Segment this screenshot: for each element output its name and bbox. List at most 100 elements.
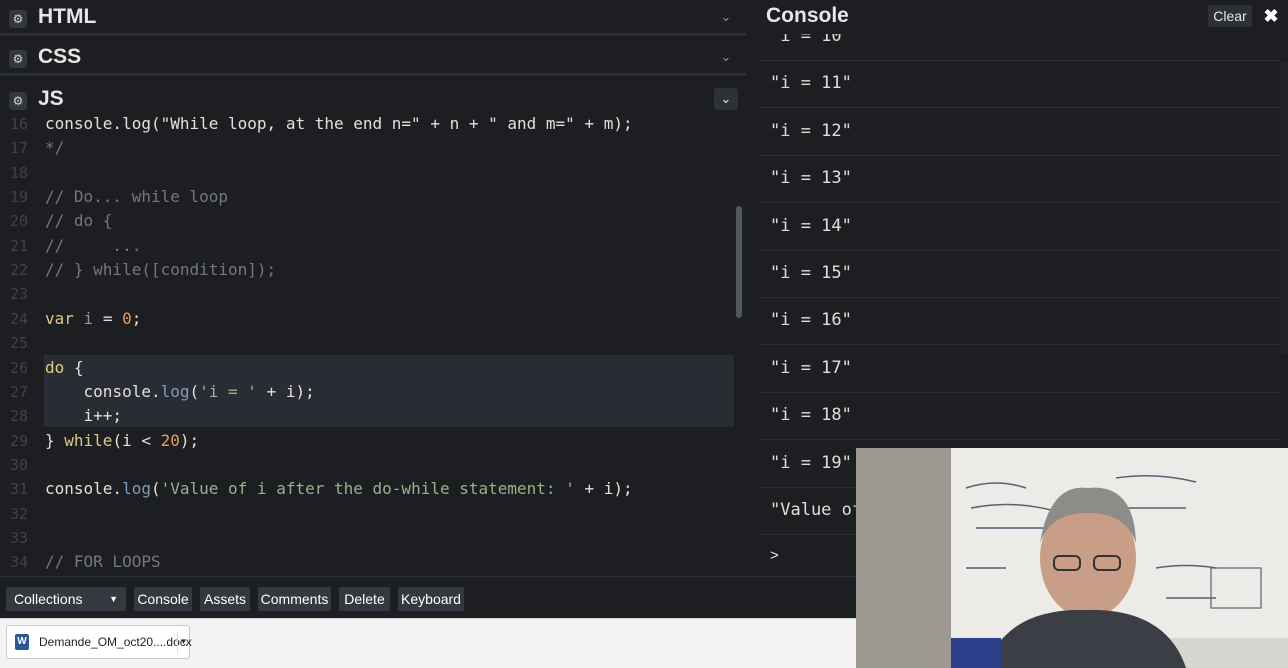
js-panel-header[interactable]: ⚙ JS ⌄ [0,82,746,118]
code-token: 'i = ' [199,381,257,401]
code-line[interactable]: 24 var i = 0; [0,307,746,331]
console-log-text: "i = 12" [770,120,852,141]
code-token: console.log("While loop, at the end n=" … [45,116,633,133]
word-document-icon: W [15,634,29,650]
console-log-text: "i = 11" [770,73,852,94]
line-number: 20 [9,212,28,231]
html-panel-header[interactable]: ⚙ HTML ⌄ [0,0,746,36]
download-item[interactable]: W Demande_OM_oct20....docx ▼ [6,625,192,659]
code-line[interactable]: 29} while(i < 20); [0,429,746,453]
code-token: // ... [45,235,142,255]
line-number: 24 [9,309,28,328]
line-number: 18 [9,163,28,182]
code-token: 20 [160,430,180,450]
code-text: console.log('Value of i after the do-whi… [45,477,633,501]
comments-button[interactable]: Comments [258,587,331,611]
code-line[interactable]: 27 console.log('i = ' + i); [0,380,746,404]
editor-scrollbar[interactable] [736,206,742,318]
code-line[interactable]: 25 [0,331,746,355]
dropdown-arrow-icon[interactable]: ▼ [177,631,189,653]
code-line[interactable]: 22 // } while([condition]); [0,258,746,282]
code-line[interactable]: 30 [0,453,746,477]
console-log-text: "i = 15" [770,263,852,283]
gear-icon[interactable]: ⚙ [9,50,27,68]
code-line[interactable]: 20 // do { [0,209,746,233]
chevron-down-icon[interactable]: ⌄ [714,46,738,68]
code-token: ); [179,430,200,450]
code-line[interactable]: 19 // Do... while loop [0,185,746,209]
code-line[interactable]: 33 [0,526,746,550]
chevron-down-icon[interactable]: ⌄ [714,88,738,110]
collections-label: Collections [14,591,83,607]
webcam-video [856,448,1288,668]
code-text: console.log("While loop, at the end n=" … [45,116,633,136]
console-log-text: "i = 10" [770,34,852,46]
line-number: 28 [9,407,28,426]
code-token: log [122,479,151,499]
console-button[interactable]: Console [134,587,192,611]
code-token: i++; [45,406,123,426]
prompt-icon: > [770,547,779,564]
code-token: console. [45,381,161,401]
code-token: ; [131,308,142,328]
js-code-editor[interactable]: 16 console.log("While loop, at the end n=… [0,116,746,576]
css-panel-header[interactable]: ⚙ CSS ⌄ [0,40,746,76]
gear-icon[interactable]: ⚙ [9,92,27,110]
line-number: 34 [9,553,28,572]
line-number: 17 [9,139,28,158]
code-line[interactable]: 17 */ [0,136,746,160]
console-log-row: "i = 14" [760,204,1280,251]
line-number: 19 [9,188,28,207]
console-header: Console Clear ✖ [760,0,1288,34]
code-token: do [45,357,65,377]
console-log-text: "i = 16" [770,310,852,331]
chevron-down-icon[interactable]: ⌄ [714,6,738,28]
code-line[interactable]: 32 [0,502,746,526]
console-log-row: "i = 17" [760,346,1280,393]
keyboard-button[interactable]: Keyboard [398,587,464,611]
code-token: // Do... while loop [45,187,229,207]
code-text: */ [45,136,64,160]
code-line[interactable]: 34 // FOR LOOPS [0,550,746,574]
code-line[interactable]: 31 console.log('Value of i after the do-w… [0,477,746,501]
assets-button[interactable]: Assets [200,587,250,611]
code-token: log [160,381,190,401]
code-line[interactable]: 18 [0,161,746,185]
presenter-video-frame [856,448,1288,668]
gear-icon[interactable]: ⚙ [9,10,27,28]
collections-dropdown[interactable]: Collections ▼ [6,587,126,611]
console-log-row: "i = 18" [760,393,1280,441]
code-token: // do { [45,211,113,231]
console-title: Console [766,4,849,27]
line-number: 22 [9,261,28,280]
code-token: + i); [256,381,315,401]
code-token: */ [45,138,65,158]
code-line[interactable]: 21 // ... [0,234,746,258]
line-number: 26 [9,358,28,377]
console-log-row: "i = 11" [760,61,1280,109]
code-token: while [64,430,113,450]
code-line[interactable]: 26 do { [0,356,746,380]
code-token: + i); [574,479,633,499]
delete-button[interactable]: Delete [339,587,390,611]
console-log-row: "i = 12" [760,109,1280,156]
code-token: ( [150,479,161,499]
code-token: } [45,430,65,450]
code-token: 0 [122,308,132,328]
code-token: (i < [112,430,161,450]
clear-button[interactable]: Clear [1208,5,1252,27]
editor-column: ⚙ HTML ⌄ ⚙ CSS ⌄ ⚙ JS ⌄ 16 console.log("W… [0,0,746,576]
code-line[interactable]: 28 i++; [0,404,746,428]
line-number: 32 [9,504,28,523]
code-line[interactable]: 23 [0,282,746,306]
js-panel-title: JS [38,87,64,110]
close-icon[interactable]: ✖ [1260,4,1282,28]
console-log-row: "i = 16" [760,298,1280,346]
code-line[interactable]: 16 console.log("While loop, at the end n=… [0,116,746,136]
console-scrollbar[interactable] [1280,62,1288,354]
line-number: 33 [9,528,28,547]
console-log-text: "Value of [770,500,863,520]
console-log-text: "i = 17" [770,357,852,378]
code-token: = [93,308,123,328]
